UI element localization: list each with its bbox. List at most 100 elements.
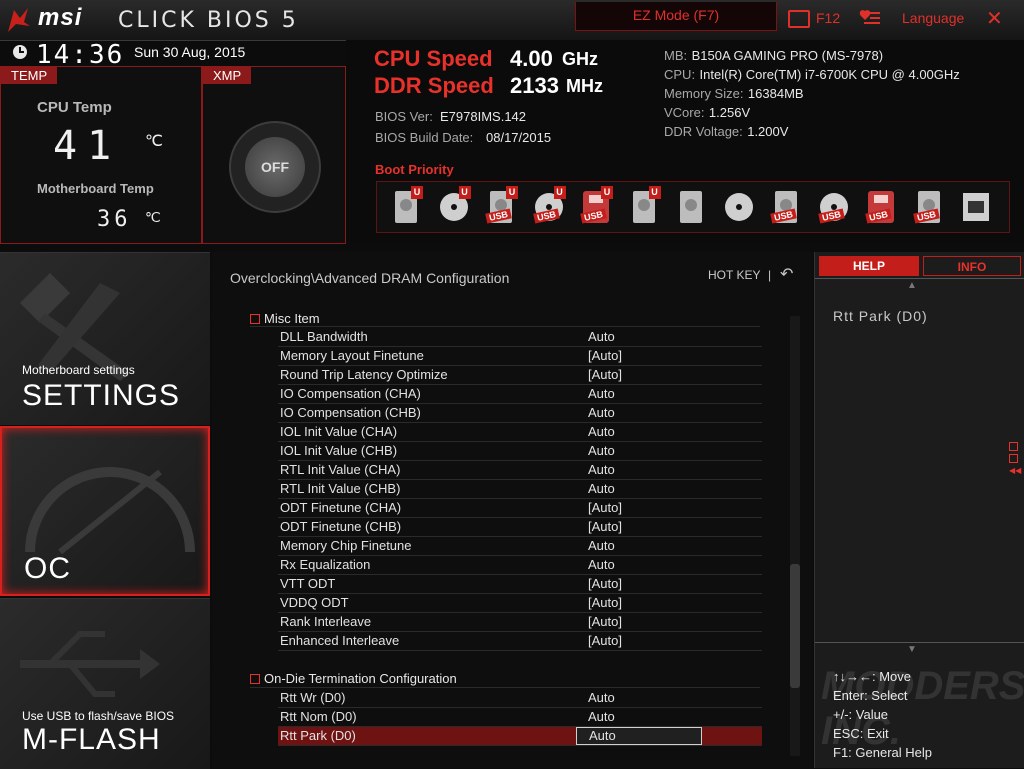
setting-row[interactable]: IO Compensation (CHB) Auto xyxy=(278,404,762,422)
network-icon[interactable] xyxy=(959,189,993,225)
msi-dragon-icon xyxy=(8,8,30,32)
setting-label: DLL Bandwidth xyxy=(280,329,368,344)
setting-row[interactable]: RTL Init Value (CHA) Auto xyxy=(278,461,762,479)
setting-row[interactable]: Memory Chip Finetune Auto xyxy=(278,537,762,555)
setting-label: Rtt Park (D0) xyxy=(280,728,356,743)
collapse-odt-icon[interactable] xyxy=(250,674,260,684)
setting-value[interactable]: Auto xyxy=(576,727,702,745)
cpu-temp-value: 41 xyxy=(53,123,122,169)
usb-key-icon[interactable]: USB xyxy=(864,189,898,225)
settings-nav-tile[interactable]: Motherboard settings SETTINGS xyxy=(0,252,210,425)
oc-title: OC xyxy=(24,552,71,585)
setting-row[interactable]: DLL Bandwidth Auto xyxy=(278,328,762,346)
setting-row[interactable]: ODT Finetune (CHB) [Auto] xyxy=(278,518,762,536)
panel-collapse-handle[interactable]: ◀◀ xyxy=(1009,442,1021,482)
setting-value[interactable]: Auto xyxy=(588,386,615,401)
help-tab[interactable]: HELP xyxy=(819,256,919,276)
xmp-toggle-button[interactable]: OFF xyxy=(229,121,321,213)
setting-label: ODT Finetune (CHA) xyxy=(280,500,402,515)
xmp-panel: XMP OFF xyxy=(202,66,346,244)
setting-row[interactable]: ODT Finetune (CHA) [Auto] xyxy=(278,499,762,517)
back-icon[interactable]: ↶ xyxy=(780,264,793,284)
setting-row[interactable]: Rtt Wr (D0) Auto xyxy=(278,689,762,707)
setting-row[interactable]: Rank Interleave [Auto] xyxy=(278,613,762,631)
setting-value[interactable]: [Auto] xyxy=(588,614,622,629)
setting-value[interactable]: Auto xyxy=(588,462,615,477)
setting-row[interactable]: Rtt Park (D0) Auto xyxy=(278,727,762,745)
watermark-logo: MODDERS INC. xyxy=(821,664,1024,753)
setting-value[interactable]: Auto xyxy=(588,329,615,344)
uefi-badge: U xyxy=(458,186,471,199)
floppy-icon[interactable]: U xyxy=(627,186,661,225)
uefi-badge: U xyxy=(601,186,613,199)
usb-floppy-icon[interactable]: USB xyxy=(912,189,946,225)
oc-nav-tile[interactable]: OC xyxy=(0,426,210,596)
scrollbar-thumb[interactable] xyxy=(790,564,800,688)
usb-key-icon[interactable]: U USB xyxy=(579,186,613,225)
setting-value[interactable]: Auto xyxy=(588,538,615,553)
setting-value[interactable]: Auto xyxy=(588,557,615,572)
setting-row[interactable]: Enhanced Interleave [Auto] xyxy=(278,632,762,650)
hotkey-label[interactable]: HOT KEY xyxy=(708,268,760,282)
setting-value[interactable]: Auto xyxy=(588,481,615,496)
close-icon[interactable]: ✕ xyxy=(986,6,1003,31)
setting-label: IO Compensation (CHA) xyxy=(280,386,421,401)
usb-disc-icon[interactable]: U USB xyxy=(532,186,566,225)
ez-mode-button[interactable]: EZ Mode (F7) xyxy=(575,2,777,31)
setting-row[interactable]: VDDQ ODT [Auto] xyxy=(278,594,762,612)
setting-row[interactable]: Memory Layout Finetune [Auto] xyxy=(278,347,762,365)
setting-row[interactable]: Rtt Nom (D0) Auto xyxy=(278,708,762,726)
group-divider xyxy=(250,326,760,327)
scroll-down-icon[interactable]: ▼ xyxy=(907,644,917,655)
setting-value[interactable]: [Auto] xyxy=(588,633,622,648)
setting-value[interactable]: [Auto] xyxy=(588,576,622,591)
group-header-odt[interactable]: On-Die Termination Configuration xyxy=(264,671,457,686)
setting-value[interactable]: Auto xyxy=(588,424,615,439)
group-header-misc[interactable]: Misc Item xyxy=(264,311,320,326)
usb-hdd-icon[interactable]: U USB xyxy=(484,186,518,225)
setting-row[interactable]: IOL Init Value (CHA) Auto xyxy=(278,423,762,441)
setting-value[interactable]: [Auto] xyxy=(588,348,622,363)
hdd-icon[interactable]: U xyxy=(389,186,423,225)
setting-row[interactable]: Round Trip Latency Optimize [Auto] xyxy=(278,366,762,384)
mb-temp-unit: ℃ xyxy=(145,209,161,225)
language-button[interactable]: Language xyxy=(902,10,964,26)
setting-row[interactable]: RTL Init Value (CHB) Auto xyxy=(278,480,762,498)
screenshot-icon[interactable] xyxy=(788,10,810,28)
setting-row[interactable]: IOL Init Value (CHB) Auto xyxy=(278,442,762,460)
setting-value[interactable]: Auto xyxy=(588,690,615,705)
sysinfo-cpu: CPU: Intel(R) Core(TM) i7-6700K CPU @ 4.… xyxy=(664,67,960,82)
sysinfo-vcore: VCore: 1.256V xyxy=(664,105,751,120)
hdd-icon[interactable] xyxy=(674,189,708,225)
setting-row[interactable]: VTT ODT [Auto] xyxy=(278,575,762,593)
bios-date-label: BIOS Build Date: xyxy=(375,130,474,145)
favorites-icon[interactable] xyxy=(858,8,880,26)
setting-value[interactable]: Auto xyxy=(588,443,615,458)
row-divider xyxy=(278,745,762,746)
bios-ver-value: E7978IMS.142 xyxy=(440,109,527,124)
setting-value[interactable]: [Auto] xyxy=(588,500,622,515)
setting-row[interactable]: Rx Equalization Auto xyxy=(278,556,762,574)
scroll-up-icon[interactable]: ▲ xyxy=(907,280,917,291)
mflash-nav-tile[interactable]: Use USB to flash/save BIOS M-FLASH xyxy=(0,598,210,769)
setting-value[interactable]: [Auto] xyxy=(588,519,622,534)
temp-tab: TEMP xyxy=(1,67,58,84)
setting-value[interactable]: Auto xyxy=(588,405,615,420)
info-tab[interactable]: INFO xyxy=(923,256,1021,276)
sysinfo-ddr-voltage: DDR Voltage: 1.200V xyxy=(664,124,789,139)
setting-value[interactable]: [Auto] xyxy=(588,367,622,382)
usb-hdd-icon[interactable]: USB xyxy=(769,189,803,225)
usb-disc-icon[interactable]: USB xyxy=(817,189,851,225)
disc-icon[interactable] xyxy=(722,189,756,225)
top-bar: msi CLICK BIOS 5 EZ Mode (F7) F12 Langua… xyxy=(0,0,1024,41)
setting-value[interactable]: [Auto] xyxy=(588,595,622,610)
screenshot-key-label[interactable]: F12 xyxy=(816,10,840,26)
scrollbar-track[interactable] xyxy=(790,316,800,756)
sysinfo-mb: MB: B150A GAMING PRO (MS-7978) xyxy=(664,48,884,63)
collapse-misc-icon[interactable] xyxy=(250,314,260,324)
setting-label: Memory Layout Finetune xyxy=(280,348,424,363)
disc-icon[interactable]: U xyxy=(437,186,471,225)
setting-row[interactable]: IO Compensation (CHA) Auto xyxy=(278,385,762,403)
setting-label: IO Compensation (CHB) xyxy=(280,405,421,420)
setting-value[interactable]: Auto xyxy=(588,709,615,724)
